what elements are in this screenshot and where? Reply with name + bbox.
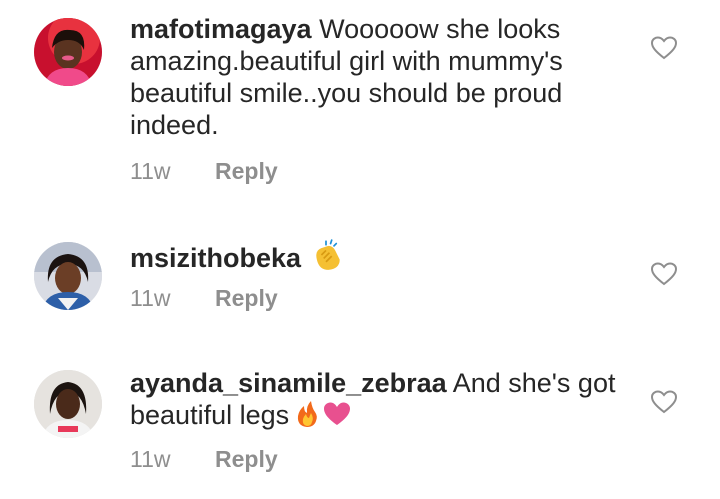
comment-username[interactable]: mafotimagaya	[130, 14, 312, 44]
comment-text: mafotimagaya Wooooow she looks amazing.b…	[130, 13, 630, 141]
comment-body	[301, 243, 309, 273]
comment-text: ayanda_sinamile_zebraa And she's got bea…	[130, 367, 630, 431]
heart-outline-icon[interactable]	[651, 390, 677, 414]
comment-timestamp: 11w	[130, 446, 171, 472]
heart-outline-icon[interactable]	[651, 36, 677, 60]
reply-button[interactable]: Reply	[215, 446, 278, 472]
pink-heart-emoji	[324, 402, 351, 425]
comment-username[interactable]: msizithobeka	[130, 243, 301, 273]
fire-emoji	[298, 401, 317, 427]
comment-username[interactable]: ayanda_sinamile_zebraa	[130, 368, 447, 398]
comment-meta: 11w Reply	[130, 445, 278, 473]
comment-timestamp: 11w	[130, 285, 171, 311]
heart-outline-icon[interactable]	[651, 262, 677, 286]
comment-meta: 11w Reply	[130, 284, 278, 312]
comment-meta: 11w Reply	[130, 157, 278, 185]
reply-button[interactable]: Reply	[215, 158, 278, 184]
avatar[interactable]	[34, 370, 102, 438]
clapping-hands-emoji	[315, 239, 340, 270]
comment-text: msizithobeka	[130, 239, 630, 274]
comment-timestamp: 11w	[130, 158, 171, 184]
reply-button[interactable]: Reply	[215, 285, 278, 311]
avatar[interactable]	[34, 242, 102, 310]
avatar[interactable]	[34, 18, 102, 86]
